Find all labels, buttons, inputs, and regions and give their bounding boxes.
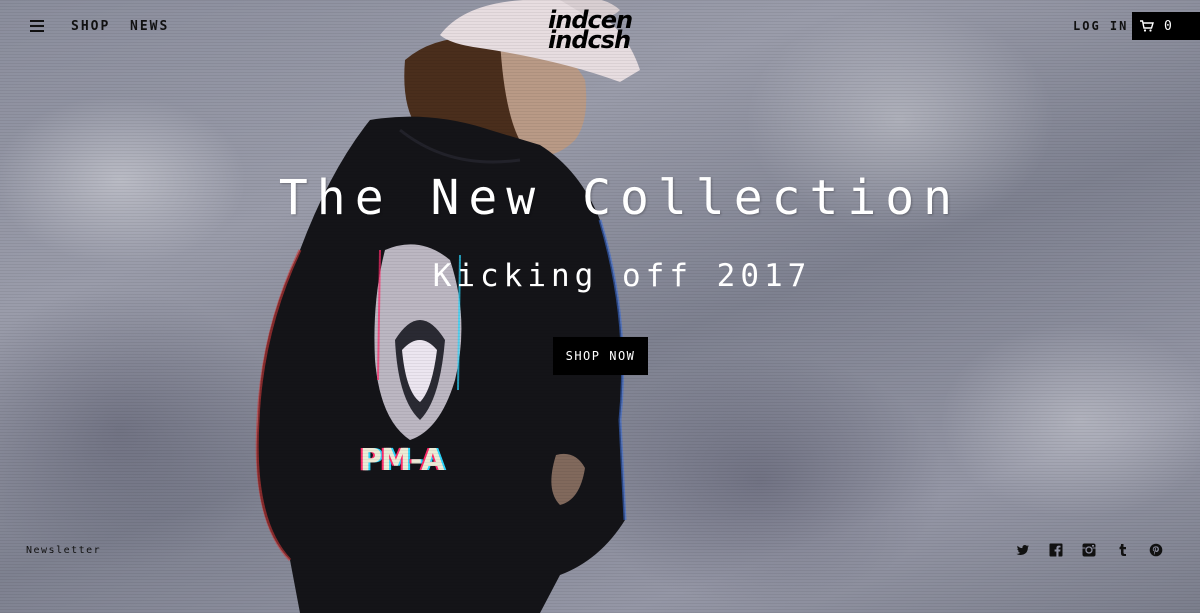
twitter-icon[interactable] (1016, 543, 1030, 557)
nav-news-link[interactable]: NEWS (130, 19, 169, 34)
hero-subtitle: Kicking off 2017 (432, 258, 812, 294)
tumblr-icon[interactable] (1116, 543, 1130, 557)
cart-button[interactable]: 0 (1132, 12, 1200, 40)
pinterest-icon[interactable] (1149, 543, 1163, 557)
facebook-icon[interactable] (1049, 543, 1063, 557)
hero-banner: PM-A SHOP NEWS indcen indcsh LOG IN 0 Th… (0, 0, 1200, 613)
hero-title: The New Collection (278, 170, 962, 226)
nav-shop-link[interactable]: SHOP (71, 19, 110, 34)
cart-count: 0 (1164, 18, 1172, 34)
cart-icon (1140, 20, 1154, 32)
hoodie-print-text: PM-A (360, 443, 445, 478)
logo-line-2: indcsh (548, 26, 631, 54)
shop-now-button[interactable]: SHOP NOW (553, 337, 648, 375)
login-link[interactable]: LOG IN (1073, 19, 1128, 33)
site-header: SHOP NEWS indcen indcsh LOG IN 0 (0, 0, 1200, 55)
hero-model-image: PM-A (0, 0, 1200, 613)
newsletter-link[interactable]: Newsletter (26, 545, 101, 556)
menu-icon[interactable] (30, 20, 44, 32)
instagram-icon[interactable] (1082, 543, 1096, 557)
site-logo[interactable]: indcen indcsh (548, 8, 654, 58)
